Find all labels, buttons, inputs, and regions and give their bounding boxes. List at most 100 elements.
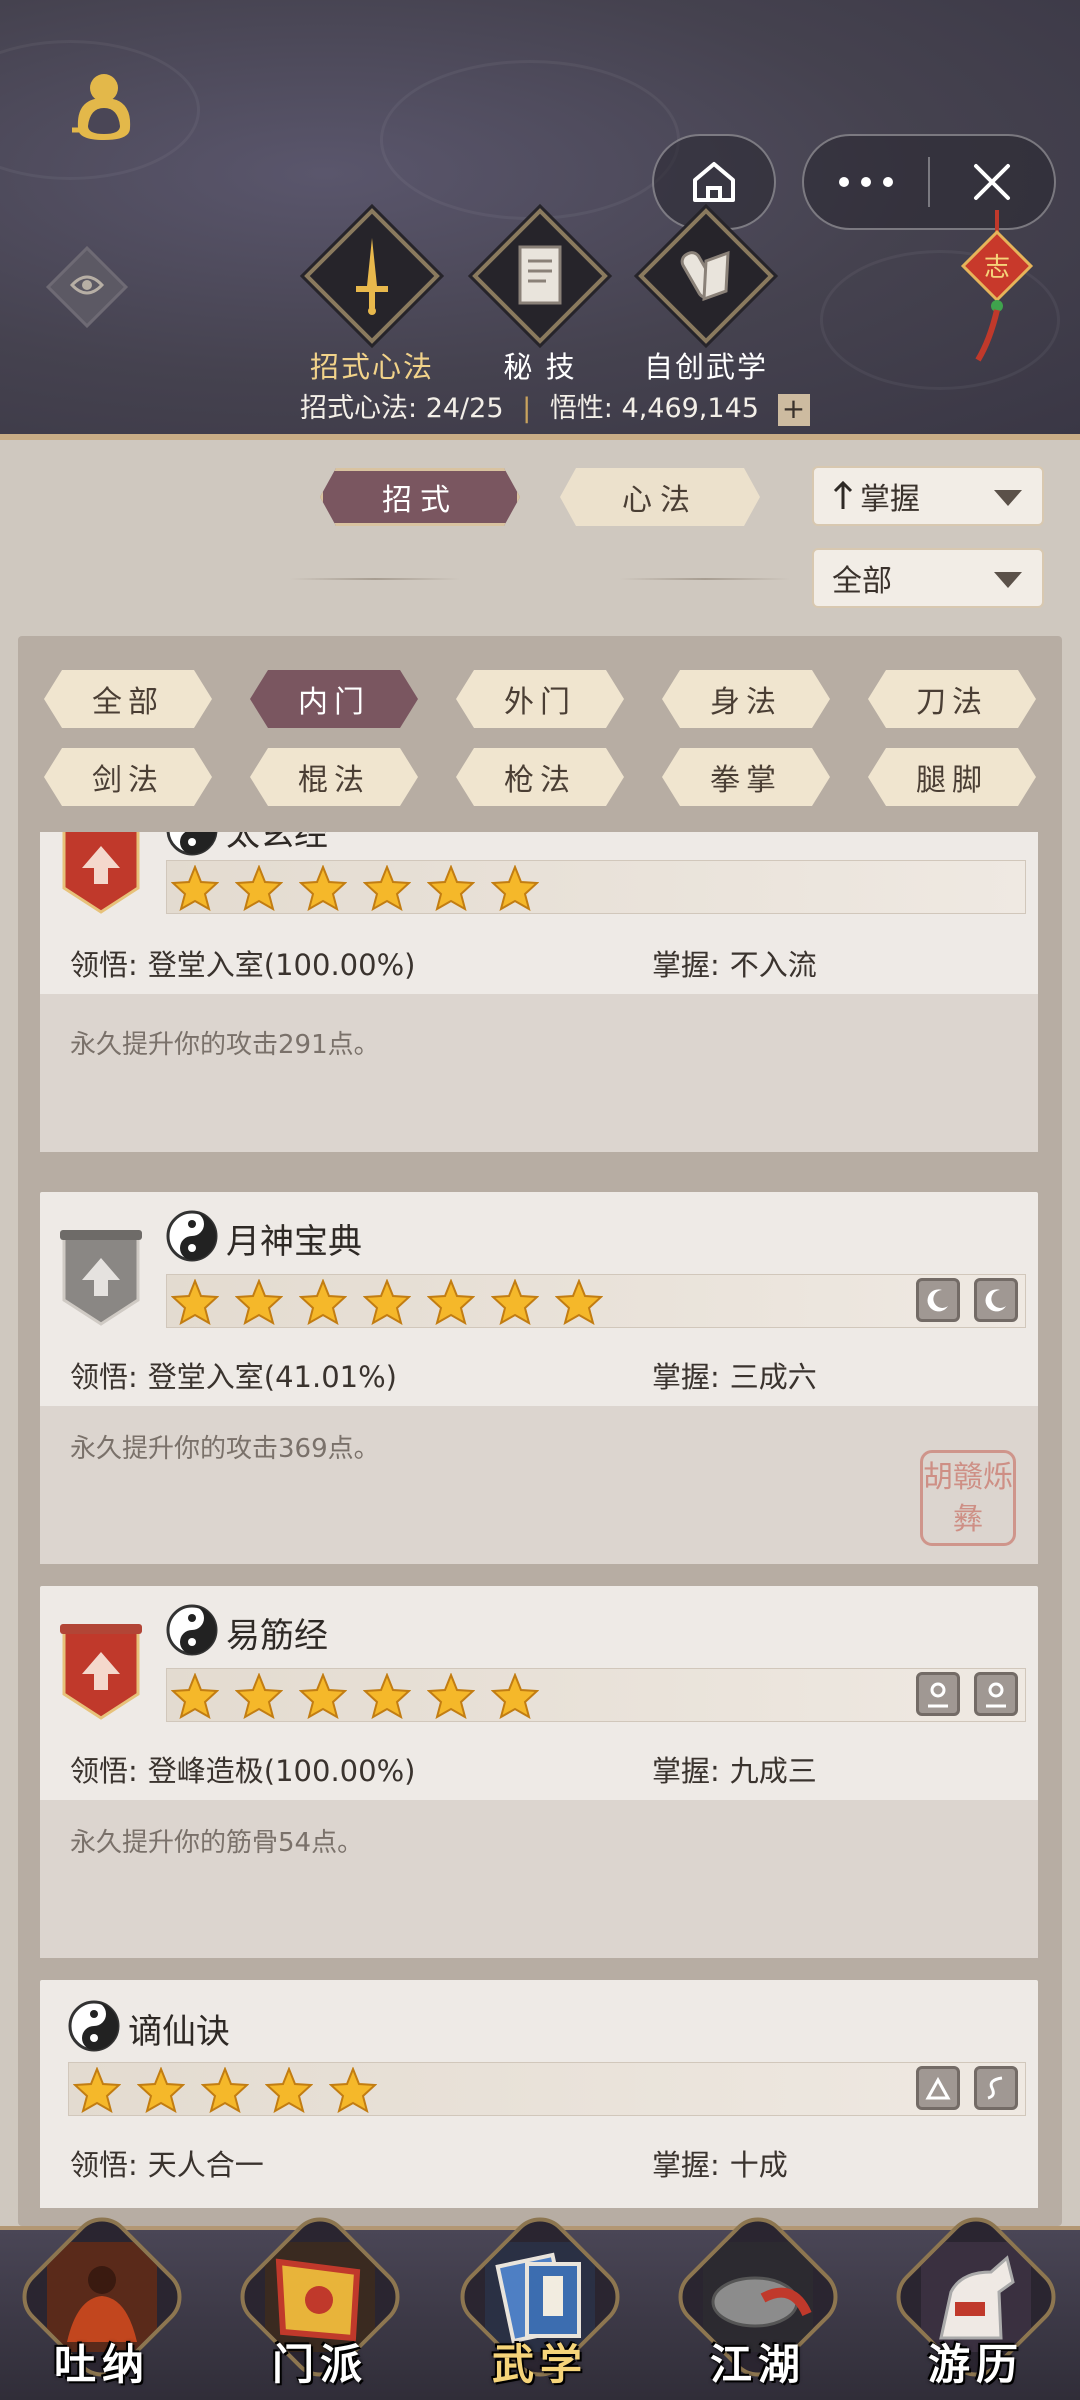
nav-youli[interactable]: 游历 <box>884 2205 1068 2392</box>
mastery-label: 掌握: <box>652 1754 720 1788</box>
star-icon <box>426 1278 476 1326</box>
filter-chip[interactable]: 枪法 <box>456 748 624 806</box>
star-icon <box>170 1672 220 1720</box>
insight-value: 登峰造极(100.00%) <box>147 1754 416 1788</box>
skill-card[interactable]: 太玄经 领悟: 登堂入室(100.00%) 掌握: 不入流 永久提升你的攻击291点… <box>40 832 1038 1152</box>
avatar-icon[interactable] <box>70 68 138 144</box>
skill-list[interactable]: 太玄经 领悟: 登堂入室(100.00%) 掌握: 不入流 永久提升你的攻击291点… <box>40 832 1038 2208</box>
more-button[interactable] <box>804 136 928 228</box>
category-label: 自创武学 <box>643 350 768 384</box>
skill-description: 永久提升你的筋骨54点。 <box>70 1828 364 1858</box>
nav-label: 江湖 <box>709 2340 806 2389</box>
upgrade-badge-red-icon <box>62 832 140 914</box>
star-bar <box>166 860 1026 914</box>
swirl-icon[interactable] <box>974 2066 1018 2110</box>
filter-chip[interactable]: 刀法 <box>868 670 1036 728</box>
home-icon <box>693 162 735 202</box>
star-bar <box>166 1274 1026 1328</box>
filter-chip[interactable]: 身法 <box>662 670 830 728</box>
tab-xinfa[interactable]: 心法 <box>560 468 760 526</box>
star-icon <box>298 1672 348 1720</box>
moon-icon[interactable] <box>974 1278 1018 1322</box>
mastery-value: 三成六 <box>729 1360 817 1394</box>
nav-wuxue[interactable]: 武学 <box>448 2205 632 2392</box>
figure-icon[interactable] <box>974 1672 1018 1716</box>
skill-card[interactable]: 谪仙诀 领悟: 天人合一 掌握: 十成 <box>40 1980 1038 2208</box>
stats-line: 招式心法: 24/25 | 悟性: 4,469,145 + <box>300 386 810 426</box>
yinyang-icon <box>166 832 218 856</box>
star-icon <box>490 864 540 912</box>
skill-name: 太玄经 <box>226 832 328 854</box>
star-icon <box>170 1278 220 1326</box>
nav-tuna[interactable]: 吐纳 <box>10 2205 194 2392</box>
star-icon <box>170 864 220 912</box>
chip-label: 刀法 <box>916 685 988 720</box>
star-icon <box>362 864 412 912</box>
nav-jianghu[interactable]: 江湖 <box>666 2205 850 2392</box>
star-icon <box>200 2066 250 2114</box>
star-icon <box>234 864 284 912</box>
upgrade-badge-gray-icon <box>60 1230 142 1326</box>
star-icon <box>264 2066 314 2114</box>
filter-chip[interactable]: 外门 <box>456 670 624 728</box>
star-icon <box>328 2066 378 2114</box>
top-header: 志 招式心法 秘 技 自创武学 招式心法: 24/25 | 悟性: 4,469,… <box>0 0 1080 440</box>
add-insight-button[interactable]: + <box>777 393 810 426</box>
chinese-knot-icon[interactable]: 志 <box>960 210 1034 370</box>
category-label: 招式心法 <box>309 350 434 384</box>
chip-label: 全部 <box>92 685 164 720</box>
skill-card[interactable]: 易筋经 领悟: 登峰造极(100.00%) 掌握: 九成三 永久提升你的筋骨54点。 <box>40 1586 1038 1958</box>
nav-label: 门派 <box>271 2340 368 2389</box>
skill-name: 谪仙诀 <box>128 2012 230 2052</box>
mastery-value: 十成 <box>729 2148 788 2182</box>
insight-label: 领悟: <box>70 2148 138 2182</box>
star-icon <box>298 1278 348 1326</box>
category-miji[interactable]: 秘 技 <box>472 208 608 386</box>
nav-label: 武学 <box>491 2340 588 2389</box>
eye-button[interactable] <box>45 245 129 329</box>
chip-label: 外门 <box>504 685 576 720</box>
mastery-label: 掌握: <box>652 1360 720 1394</box>
category-zichuang[interactable]: 自创武学 <box>638 208 774 386</box>
filter-chip[interactable]: 拳掌 <box>662 748 830 806</box>
filter-chip[interactable]: 内门 <box>250 670 418 728</box>
scroll-icon <box>680 250 730 302</box>
chip-label: 身法 <box>710 685 782 720</box>
filter-chip[interactable]: 棍法 <box>250 748 418 806</box>
insight-value: 登堂入室(100.00%) <box>147 948 416 982</box>
chip-label: 剑法 <box>92 763 164 798</box>
mastery-value: 九成三 <box>729 1754 817 1788</box>
knot-char: 志 <box>984 253 1010 283</box>
chevron-down-icon <box>994 572 1022 588</box>
moon-icon[interactable] <box>916 1278 960 1322</box>
category-label: 秘 技 <box>503 350 577 384</box>
skill-card[interactable]: 月神宝典 领悟: 登堂入室(41.01%) 掌握: 三成六 永久提升你的攻击369点… <box>40 1192 1038 1564</box>
nav-menpai[interactable]: 门派 <box>228 2205 412 2392</box>
chip-label: 拳掌 <box>710 763 782 798</box>
chip-label: 腿脚 <box>916 763 988 798</box>
more-icon <box>839 177 893 187</box>
figure-icon[interactable] <box>916 1672 960 1716</box>
star-icon <box>72 2066 122 2114</box>
filter-dropdown[interactable]: 全部 <box>812 548 1044 608</box>
chip-label: 内门 <box>298 685 370 720</box>
filter-chip[interactable]: 腿脚 <box>868 748 1036 806</box>
category-zhaoshi-xinfa[interactable]: 招式心法 <box>304 208 440 386</box>
count-label: 招式心法: <box>300 393 418 424</box>
star-icon <box>136 2066 186 2114</box>
tab-zhaoshi[interactable]: 招式 <box>320 468 520 526</box>
star-bar <box>166 1668 1026 1722</box>
skill-name: 月神宝典 <box>226 1222 362 1262</box>
star-icon <box>362 1672 412 1720</box>
filter-chip[interactable]: 剑法 <box>44 748 212 806</box>
nav-label: 吐纳 <box>53 2340 150 2389</box>
star-icon <box>490 1278 540 1326</box>
skill-description: 永久提升你的攻击291点。 <box>70 1030 380 1060</box>
filter-chip[interactable]: 全部 <box>44 670 212 728</box>
star-icon <box>490 1672 540 1720</box>
star-icon <box>298 864 348 912</box>
insight-label: 领悟: <box>70 948 138 982</box>
sort-dropdown[interactable]: 掌握 <box>812 466 1044 526</box>
mountain-icon[interactable] <box>916 2066 960 2110</box>
mastery-label: 掌握: <box>652 2148 720 2182</box>
